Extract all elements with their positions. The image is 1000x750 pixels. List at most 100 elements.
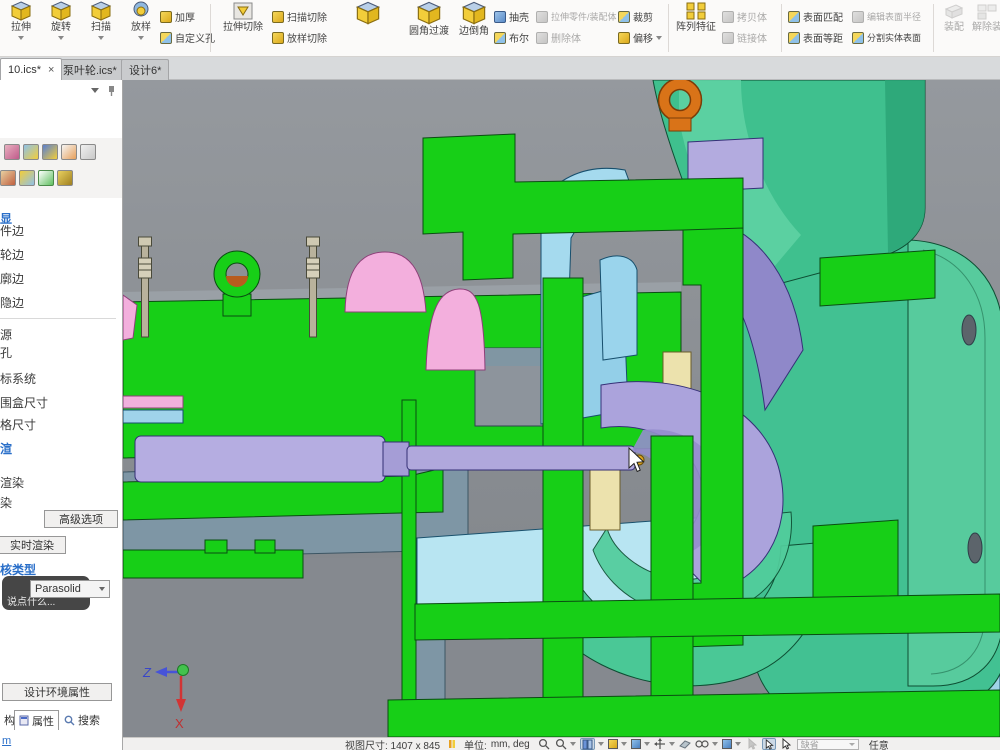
fillet-button[interactable]: 圆角过渡 xyxy=(402,0,456,56)
revolve-button[interactable]: 旋转 xyxy=(42,0,80,56)
chevron-down-icon[interactable] xyxy=(644,742,650,746)
realtime-render-button[interactable]: 实时渲染 xyxy=(0,536,66,554)
kernel-type-dropdown[interactable]: Parasolid xyxy=(30,580,110,598)
edit-sheet-icon[interactable] xyxy=(61,144,77,160)
calculator-icon[interactable] xyxy=(0,170,16,186)
tab-design6[interactable]: 设计6* xyxy=(121,59,169,80)
zoom-window-icon[interactable] xyxy=(555,738,567,750)
chevron-down-icon[interactable] xyxy=(669,742,675,746)
tab-pump-impeller[interactable]: 泵叶轮.ics* xyxy=(55,59,125,80)
shell-button[interactable]: 抽壳 xyxy=(494,9,529,24)
revolve-icon xyxy=(50,1,72,21)
thicken-button[interactable]: 加厚 xyxy=(160,9,195,24)
offset-icon xyxy=(618,32,630,44)
split-surface-button[interactable]: 分割实体表面 xyxy=(852,30,921,45)
chevron-down-icon xyxy=(849,743,855,746)
move-view-icon[interactable] xyxy=(654,738,666,750)
loft-label: 放样 xyxy=(122,22,160,33)
visibility-glasses-icon[interactable] xyxy=(695,738,709,750)
chevron-down-icon[interactable] xyxy=(656,36,662,40)
render-shield-icon[interactable] xyxy=(42,144,58,160)
surface-match-button[interactable]: 表面匹配 xyxy=(788,9,843,24)
option-item[interactable]: 孔 xyxy=(0,344,12,361)
chevron-down-icon[interactable] xyxy=(735,742,741,746)
pin-icon[interactable] xyxy=(107,85,116,96)
chevron-down-icon[interactable] xyxy=(598,742,604,746)
view-size-label: 视图尺寸: 1407 x 845 xyxy=(345,737,440,750)
unassemble-button: 解除装 xyxy=(972,0,1000,56)
chevron-down-icon[interactable] xyxy=(91,88,99,93)
delete-body-icon xyxy=(536,32,548,44)
assemble-label: 装配 xyxy=(938,22,970,33)
select-disabled-icon xyxy=(747,738,757,750)
pick-cursor-icon[interactable] xyxy=(781,738,791,750)
render-option-item[interactable]: 染 xyxy=(0,494,12,511)
tab-properties[interactable]: 属性 xyxy=(14,710,59,730)
fillet-button-icon-only[interactable] xyxy=(348,0,388,56)
sweep-icon xyxy=(90,1,112,21)
chevron-down-icon[interactable] xyxy=(18,36,24,40)
render-option-item[interactable]: 渲染 xyxy=(0,474,24,491)
viewport-canvas[interactable]: Z X xyxy=(123,80,1000,737)
pattern-label: 阵列特征 xyxy=(672,22,720,33)
pattern-icon xyxy=(685,1,707,21)
filter-combo[interactable]: 缺省 xyxy=(797,739,859,750)
zoom-icon[interactable] xyxy=(538,738,550,750)
ribbon-separator xyxy=(781,4,782,52)
custom-hole-button[interactable]: 自定义孔 xyxy=(160,30,215,45)
edge-option-item[interactable]: 廓边 xyxy=(0,270,24,287)
chevron-down-icon[interactable] xyxy=(570,742,576,746)
copy-group: 拷贝体 链接体 xyxy=(722,0,774,56)
sweep-label: 扫描 xyxy=(82,22,120,33)
option-item[interactable]: 围盒尺寸 xyxy=(0,394,48,411)
search-icon xyxy=(64,715,75,726)
extrude-button[interactable]: 拉伸 xyxy=(2,0,40,56)
body-ops-group: 拉伸零件/装配体 删除体 xyxy=(536,0,614,56)
chevron-down-icon[interactable] xyxy=(138,36,144,40)
design-env-properties-button[interactable]: 设计环境属性 xyxy=(2,683,112,701)
display-mode-icon[interactable] xyxy=(631,739,641,749)
unit-link[interactable]: m xyxy=(2,735,11,747)
pattern-button[interactable]: 阵列特征 xyxy=(672,0,720,56)
view-mode-icon[interactable] xyxy=(580,738,595,750)
chamfer-button[interactable]: 边倒角 xyxy=(456,0,492,56)
tab-10ics[interactable]: 10.ics* × xyxy=(0,58,62,80)
surface-offset-button[interactable]: 表面等距 xyxy=(788,30,843,45)
offset-button[interactable]: 偏移 xyxy=(618,30,662,45)
close-icon[interactable]: × xyxy=(48,65,54,75)
chevron-down-icon[interactable] xyxy=(621,742,627,746)
shade-options-icon[interactable] xyxy=(23,144,39,160)
option-item[interactable]: 标系统 xyxy=(0,370,36,387)
chevron-down-icon[interactable] xyxy=(712,742,718,746)
clip-prism-icon[interactable] xyxy=(679,738,691,750)
copy-body-button: 拷贝体 xyxy=(722,9,767,24)
pump-section-model: Z X xyxy=(123,80,1000,737)
unassemble-icon xyxy=(975,1,999,21)
advanced-options-button[interactable]: 高级选项 xyxy=(44,510,118,528)
triad-axes-icon[interactable] xyxy=(38,170,54,186)
option-item[interactable]: 源 xyxy=(0,326,12,343)
chevron-down-icon[interactable] xyxy=(58,36,64,40)
tab-search[interactable]: 搜索 xyxy=(60,710,104,730)
blank-sheet-icon[interactable] xyxy=(80,144,96,160)
scene-cube-icon[interactable] xyxy=(722,739,732,749)
sweep-cut-icon xyxy=(272,11,284,23)
shade-mode-icon[interactable] xyxy=(608,739,618,749)
gear-part-icon[interactable] xyxy=(19,170,35,186)
chamfer-icon xyxy=(461,1,487,25)
trim-button[interactable]: 裁剪 xyxy=(618,9,653,24)
edge-option-item[interactable]: 隐边 xyxy=(0,294,24,311)
sweep-cut-button[interactable]: 扫描切除 xyxy=(272,9,327,24)
extrude-cut-button[interactable]: 拉伸切除 xyxy=(216,0,270,56)
chevron-down-icon[interactable] xyxy=(98,36,104,40)
loft-cut-button[interactable]: 放样切除 xyxy=(272,30,327,45)
boolean-button[interactable]: 布尔 xyxy=(494,30,529,45)
edge-option-item[interactable]: 件边 xyxy=(0,222,24,239)
select-cursor-icon[interactable] xyxy=(762,738,776,750)
loft-button[interactable]: 放样 xyxy=(122,0,160,56)
option-item[interactable]: 格尺寸 xyxy=(0,416,36,433)
sweep-button[interactable]: 扫描 xyxy=(82,0,120,56)
solid-part-icon[interactable] xyxy=(57,170,73,186)
view-options-icon[interactable] xyxy=(4,144,20,160)
edge-option-item[interactable]: 轮边 xyxy=(0,246,24,263)
